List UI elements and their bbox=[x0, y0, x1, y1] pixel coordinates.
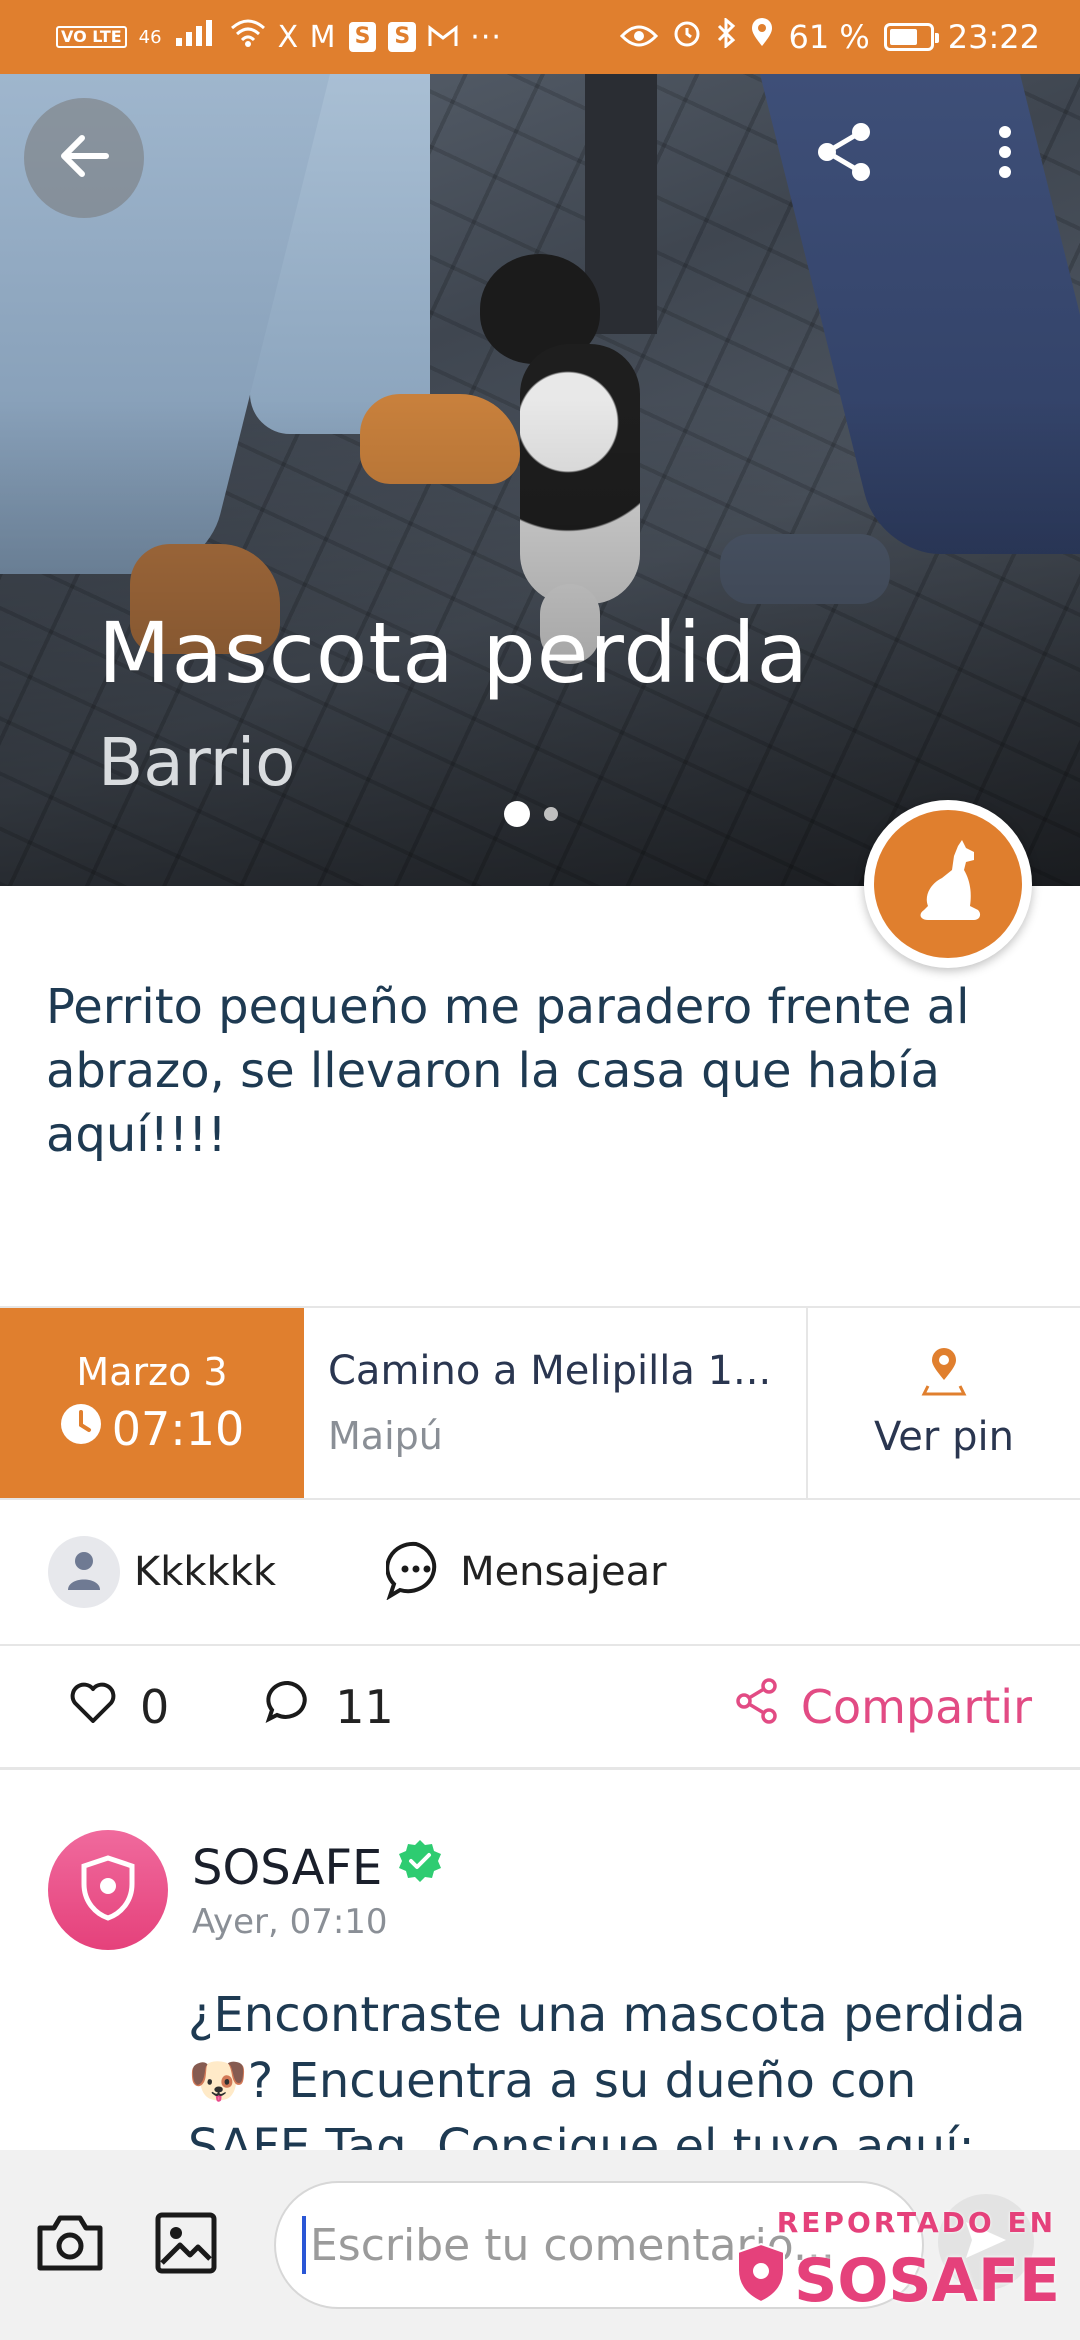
dog-icon bbox=[908, 840, 988, 928]
notification-letters: X M bbox=[277, 19, 337, 55]
verified-badge-icon bbox=[396, 1838, 444, 1898]
comment-avatar[interactable] bbox=[48, 1830, 168, 1950]
app-badge-1: S bbox=[348, 22, 377, 52]
post-time: 07:10 bbox=[111, 1402, 245, 1456]
comment-input-wrap[interactable] bbox=[274, 2181, 924, 2309]
comment-icon bbox=[265, 1679, 311, 1734]
text-caret bbox=[302, 2216, 306, 2274]
view-pin-button[interactable]: Ver pin bbox=[808, 1308, 1080, 1498]
view-pin-label: Ver pin bbox=[874, 1414, 1014, 1460]
comment-time: Ayer, 07:10 bbox=[192, 1902, 388, 1942]
like-count: 0 bbox=[140, 1679, 170, 1734]
camera-button[interactable] bbox=[30, 2205, 110, 2285]
eye-icon bbox=[620, 18, 659, 56]
network-badge: VO LTE bbox=[56, 26, 127, 48]
post-commune: Maipú bbox=[328, 1414, 443, 1458]
back-button[interactable] bbox=[24, 98, 144, 218]
gallery-button[interactable] bbox=[146, 2205, 226, 2285]
comment-count: 11 bbox=[335, 1679, 394, 1734]
signal-icon bbox=[174, 18, 218, 56]
location-icon bbox=[750, 18, 774, 56]
image-icon bbox=[154, 2211, 218, 2279]
share-label: Compartir bbox=[800, 1679, 1032, 1734]
user-icon bbox=[66, 1550, 102, 1594]
post-image[interactable]: Mascota perdida Barrio bbox=[0, 74, 1080, 886]
post-date: Marzo 3 bbox=[76, 1350, 228, 1394]
app-badge-2: S bbox=[388, 22, 417, 52]
post-info-row: Marzo 3 07:10 Camino a Melipilla 1... Ma… bbox=[0, 1306, 1080, 1500]
pager-dot[interactable] bbox=[544, 807, 558, 821]
signal-label: 46 bbox=[138, 26, 162, 48]
comment-text: ¿Encontraste una mascota perdida 🐶? Encu… bbox=[188, 1987, 1026, 2150]
battery-percent: 61 % bbox=[788, 18, 870, 56]
author-name[interactable]: Kkkkkk bbox=[134, 1549, 276, 1595]
share-post-button[interactable]: Compartir bbox=[735, 1677, 1032, 1736]
like-button[interactable]: 0 bbox=[70, 1680, 169, 1734]
map-pin-icon bbox=[920, 1346, 968, 1400]
battery-icon bbox=[883, 23, 939, 51]
heart-icon bbox=[70, 1680, 116, 1734]
comment-item: SOSAFE Ayer, 07:10 ¿Encontraste una masc… bbox=[0, 1770, 1080, 2150]
post-time-wrap: 07:10 bbox=[60, 1402, 245, 1456]
clock-icon bbox=[60, 1402, 102, 1456]
post-category: Mascota perdida bbox=[98, 604, 809, 702]
more-options-button[interactable] bbox=[960, 104, 1050, 204]
message-label: Mensajear bbox=[460, 1549, 667, 1595]
more-notifications: ··· bbox=[470, 19, 502, 55]
address-box[interactable]: Camino a Melipilla 1... Maipú bbox=[304, 1308, 808, 1498]
pager-dot-active[interactable] bbox=[504, 801, 530, 827]
image-pager[interactable] bbox=[504, 801, 558, 827]
post-address: Camino a Melipilla 1... bbox=[328, 1348, 772, 1394]
post-date-box: Marzo 3 07:10 bbox=[0, 1308, 304, 1498]
back-arrow-icon bbox=[56, 132, 112, 184]
share-button[interactable] bbox=[800, 104, 890, 204]
bluetooth-icon bbox=[716, 16, 736, 56]
actions-row: 0 11 Compartir bbox=[0, 1646, 1080, 1770]
comment-author[interactable]: SOSAFE bbox=[192, 1840, 382, 1896]
message-button[interactable]: Mensajear bbox=[385, 1540, 667, 1604]
shield-icon bbox=[78, 1854, 138, 1926]
send-icon bbox=[962, 2218, 1010, 2266]
send-button[interactable] bbox=[938, 2194, 1034, 2290]
comment-composer: REPORTADO EN SOSAFE bbox=[0, 2150, 1080, 2340]
comment-input[interactable] bbox=[310, 2219, 870, 2271]
more-vertical-icon bbox=[997, 124, 1013, 184]
post-scope: Barrio bbox=[98, 724, 296, 801]
share-nodes-icon bbox=[735, 1677, 779, 1736]
clock-time: 23:22 bbox=[947, 18, 1040, 56]
gmail-icon bbox=[428, 18, 458, 56]
chat-bubble-icon bbox=[385, 1540, 446, 1604]
alarm-icon bbox=[672, 18, 702, 56]
status-bar: VO LTE 46 X M S S ··· 61 % 23:22 bbox=[0, 0, 1080, 74]
share-icon bbox=[815, 120, 875, 188]
category-badge bbox=[864, 800, 1032, 968]
comments-button[interactable]: 11 bbox=[265, 1679, 394, 1734]
author-row: Kkkkkk Mensajear bbox=[0, 1500, 1080, 1646]
author-avatar[interactable] bbox=[48, 1536, 120, 1608]
camera-icon bbox=[34, 2212, 106, 2278]
wifi-icon bbox=[230, 18, 266, 56]
post-description: Perrito pequeño me paradero frente al ab… bbox=[46, 979, 970, 1163]
status-right: 61 % 23:22 bbox=[620, 16, 1040, 56]
status-left: VO LTE 46 X M S S ··· bbox=[56, 18, 502, 56]
comment-author-wrap: SOSAFE bbox=[192, 1838, 444, 1898]
